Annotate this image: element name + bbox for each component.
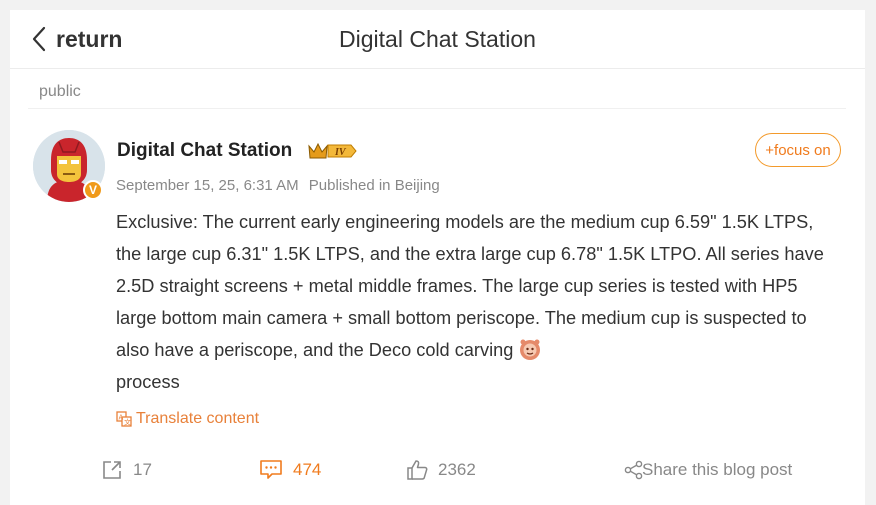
like-button[interactable]: 2362 — [406, 456, 476, 484]
svg-text:A: A — [119, 414, 124, 422]
divider — [28, 108, 846, 109]
repost-count: 17 — [133, 460, 152, 479]
translate-icon: A 文 — [116, 411, 132, 427]
translate-label: Translate content — [136, 410, 260, 427]
repost-icon — [103, 461, 121, 479]
post-text: Exclusive: The current early engineering… — [116, 212, 824, 360]
visibility-label: public — [39, 83, 81, 100]
post-location: Published in Beijing — [308, 177, 440, 194]
svg-text:文: 文 — [124, 418, 131, 427]
post-card: return Digital Chat Station public V Dig… — [10, 10, 865, 505]
like-icon — [407, 460, 428, 480]
share-icon — [624, 460, 643, 480]
repost-button[interactable]: 17 — [101, 456, 152, 484]
crown-icon: IV — [308, 142, 357, 159]
emoji-icon — [520, 339, 541, 360]
page-title: Digital Chat Station — [339, 26, 536, 52]
like-count: 2362 — [438, 460, 476, 479]
top-bar: return Digital Chat Station — [10, 10, 865, 69]
verified-badge: V — [83, 180, 103, 200]
follow-label: +focus on — [765, 141, 831, 159]
post-content: Exclusive: The current early engineering… — [116, 206, 828, 398]
action-bar: 17 474 2362 Share this blog post — [10, 456, 865, 486]
level-badge-text: IV — [334, 147, 347, 158]
translate-button[interactable]: A 文 Translate content — [116, 410, 259, 428]
comment-button[interactable]: 474 — [259, 456, 321, 484]
author-name[interactable]: Digital Chat Station — [117, 140, 292, 162]
post-meta: September 15, 25, 6:31 AM Published in B… — [116, 177, 440, 194]
share-button[interactable]: Share this blog post — [624, 456, 792, 484]
follow-button[interactable]: +focus on — [755, 133, 841, 167]
share-label: Share this blog post — [642, 460, 793, 479]
comment-count: 474 — [293, 460, 322, 479]
comment-icon — [260, 460, 282, 479]
post-text-tail: process — [116, 372, 180, 392]
post-date: September 15, 25, 6:31 AM — [116, 177, 299, 194]
